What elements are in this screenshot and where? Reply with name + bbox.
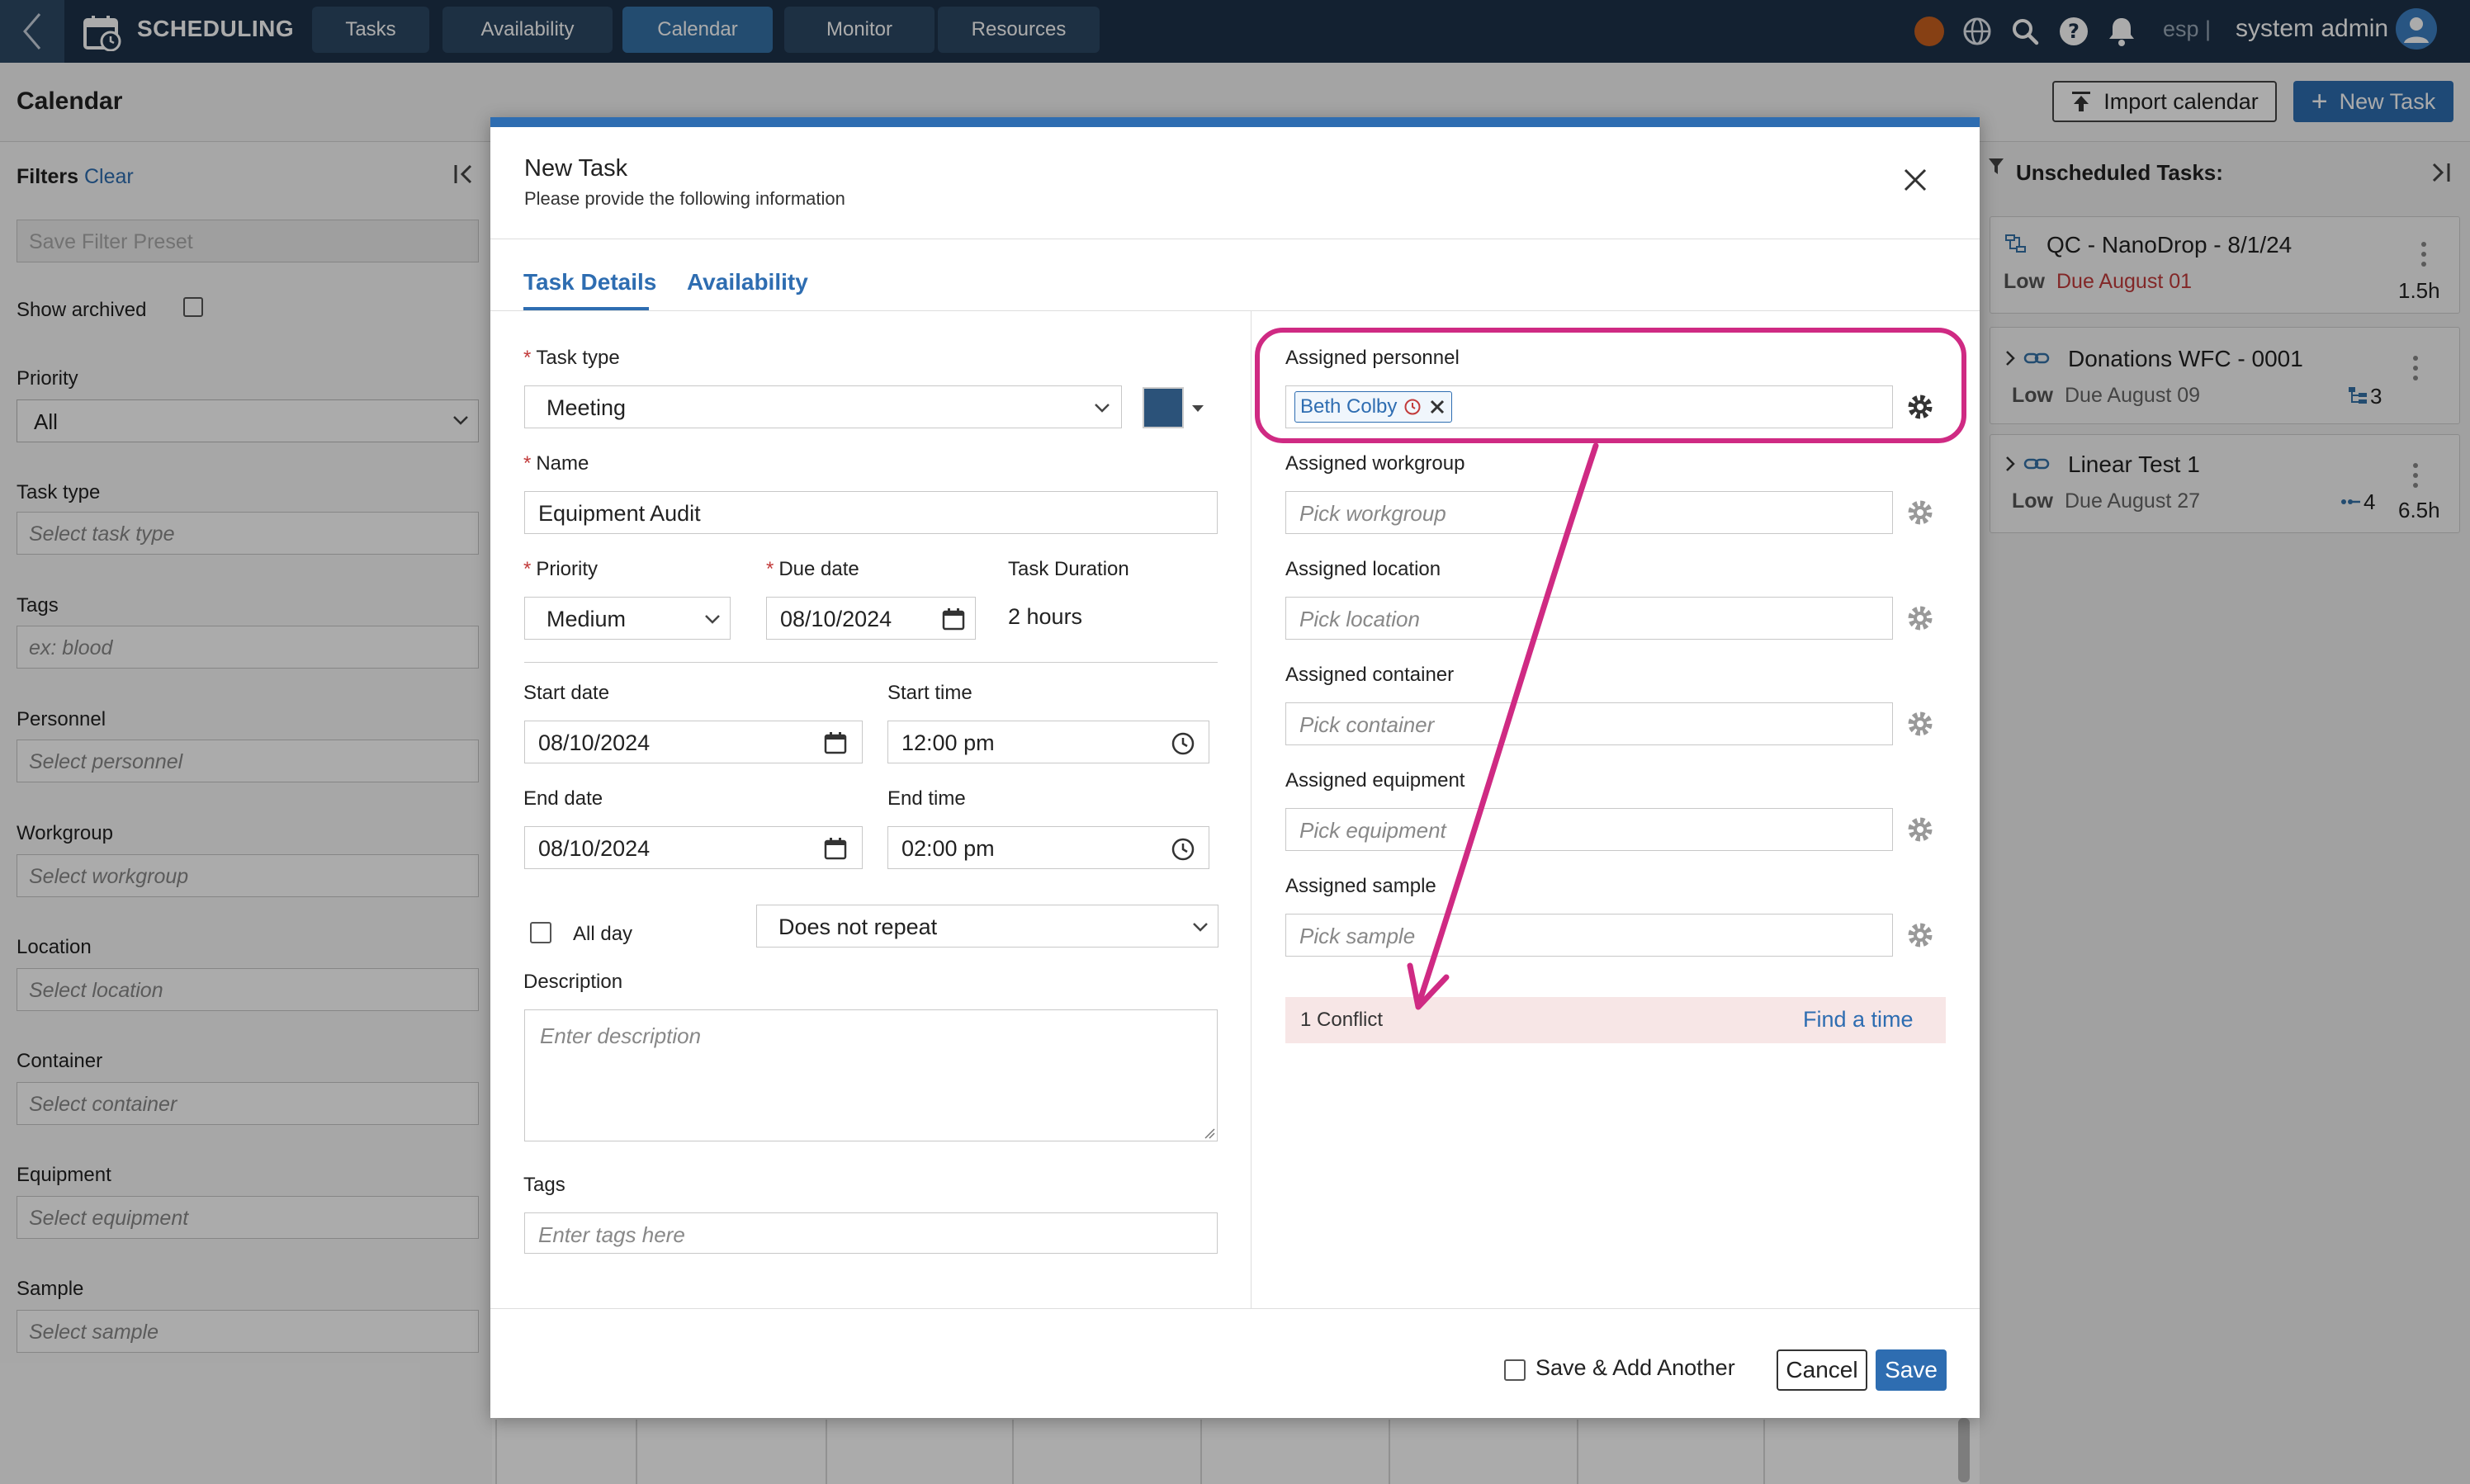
annotation-arrow (1407, 442, 1599, 1010)
